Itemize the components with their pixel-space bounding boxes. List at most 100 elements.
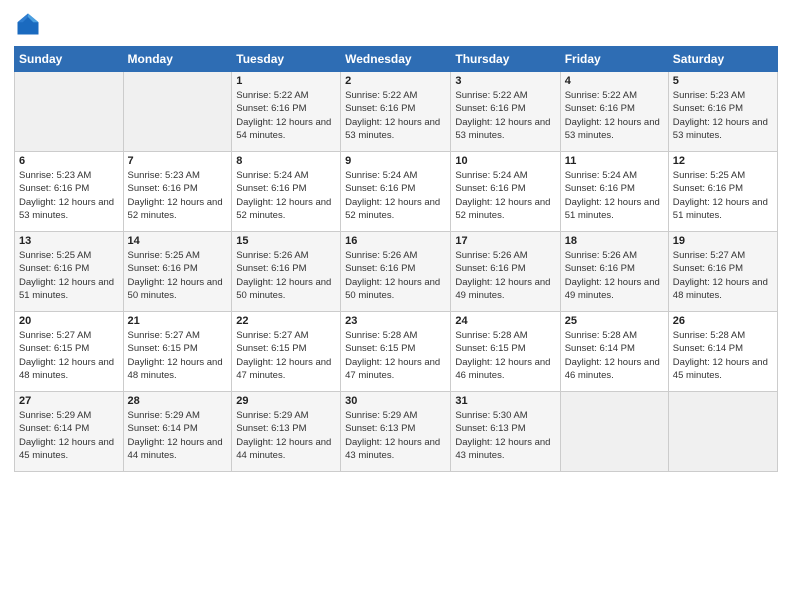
day-cell: 13 Sunrise: 5:25 AMSunset: 6:16 PMDayligh… [15, 232, 124, 312]
day-detail: Sunrise: 5:28 AMSunset: 6:15 PMDaylight:… [455, 329, 555, 382]
day-number: 26 [673, 315, 773, 327]
logo [14, 10, 46, 38]
day-detail: Sunrise: 5:28 AMSunset: 6:15 PMDaylight:… [345, 329, 446, 382]
day-detail: Sunrise: 5:24 AMSunset: 6:16 PMDaylight:… [455, 169, 555, 222]
day-detail: Sunrise: 5:24 AMSunset: 6:16 PMDaylight:… [236, 169, 336, 222]
calendar-header: SundayMondayTuesdayWednesdayThursdayFrid… [15, 47, 778, 72]
day-number: 3 [455, 75, 555, 87]
day-detail: Sunrise: 5:27 AMSunset: 6:15 PMDaylight:… [236, 329, 336, 382]
week-row-5: 27 Sunrise: 5:29 AMSunset: 6:14 PMDayligh… [15, 392, 778, 472]
day-number: 19 [673, 235, 773, 247]
day-cell: 28 Sunrise: 5:29 AMSunset: 6:14 PMDayligh… [123, 392, 232, 472]
day-cell: 23Sunrise: 5:28 AMSunset: 6:15 PMDayligh… [341, 312, 451, 392]
day-cell: 3 Sunrise: 5:22 AMSunset: 6:16 PMDaylight… [451, 72, 560, 152]
day-number: 9 [345, 155, 446, 167]
header-cell-friday: Friday [560, 47, 668, 72]
day-cell: 30Sunrise: 5:29 AMSunset: 6:13 PMDayligh… [341, 392, 451, 472]
day-number: 16 [345, 235, 446, 247]
week-row-2: 6 Sunrise: 5:23 AMSunset: 6:16 PMDaylight… [15, 152, 778, 232]
day-number: 6 [19, 155, 119, 167]
day-number: 28 [128, 395, 228, 407]
day-cell: 7 Sunrise: 5:23 AMSunset: 6:16 PMDaylight… [123, 152, 232, 232]
day-number: 30 [345, 395, 446, 407]
day-detail: Sunrise: 5:26 AMSunset: 6:16 PMDaylight:… [565, 249, 664, 302]
calendar-body: 1 Sunrise: 5:22 AMSunset: 6:16 PMDaylight… [15, 72, 778, 472]
day-detail: Sunrise: 5:29 AMSunset: 6:14 PMDaylight:… [128, 409, 228, 462]
day-cell: 8 Sunrise: 5:24 AMSunset: 6:16 PMDaylight… [232, 152, 341, 232]
day-number: 13 [19, 235, 119, 247]
day-detail: Sunrise: 5:29 AMSunset: 6:14 PMDaylight:… [19, 409, 119, 462]
day-cell: 22 Sunrise: 5:27 AMSunset: 6:15 PMDayligh… [232, 312, 341, 392]
header-row: SundayMondayTuesdayWednesdayThursdayFrid… [15, 47, 778, 72]
day-detail: Sunrise: 5:24 AMSunset: 6:16 PMDaylight:… [345, 169, 446, 222]
week-row-1: 1 Sunrise: 5:22 AMSunset: 6:16 PMDaylight… [15, 72, 778, 152]
day-detail: Sunrise: 5:22 AMSunset: 6:16 PMDaylight:… [565, 89, 664, 142]
header-cell-wednesday: Wednesday [341, 47, 451, 72]
day-detail: Sunrise: 5:27 AMSunset: 6:15 PMDaylight:… [19, 329, 119, 382]
day-cell [15, 72, 124, 152]
day-number: 4 [565, 75, 664, 87]
day-detail: Sunrise: 5:22 AMSunset: 6:16 PMDaylight:… [236, 89, 336, 142]
day-detail: Sunrise: 5:22 AMSunset: 6:16 PMDaylight:… [455, 89, 555, 142]
day-detail: Sunrise: 5:23 AMSunset: 6:16 PMDaylight:… [673, 89, 773, 142]
day-detail: Sunrise: 5:28 AMSunset: 6:14 PMDaylight:… [673, 329, 773, 382]
day-cell: 12 Sunrise: 5:25 AMSunset: 6:16 PMDayligh… [668, 152, 777, 232]
day-cell: 5 Sunrise: 5:23 AMSunset: 6:16 PMDaylight… [668, 72, 777, 152]
day-cell: 25 Sunrise: 5:28 AMSunset: 6:14 PMDayligh… [560, 312, 668, 392]
day-number: 7 [128, 155, 228, 167]
day-number: 12 [673, 155, 773, 167]
header-cell-monday: Monday [123, 47, 232, 72]
day-cell: 24 Sunrise: 5:28 AMSunset: 6:15 PMDayligh… [451, 312, 560, 392]
header [14, 10, 778, 38]
day-number: 21 [128, 315, 228, 327]
header-cell-tuesday: Tuesday [232, 47, 341, 72]
day-number: 27 [19, 395, 119, 407]
day-number: 2 [345, 75, 446, 87]
day-cell: 26 Sunrise: 5:28 AMSunset: 6:14 PMDayligh… [668, 312, 777, 392]
day-cell: 14Sunrise: 5:25 AMSunset: 6:16 PMDayligh… [123, 232, 232, 312]
day-number: 8 [236, 155, 336, 167]
calendar-table: SundayMondayTuesdayWednesdayThursdayFrid… [14, 46, 778, 472]
week-row-3: 13 Sunrise: 5:25 AMSunset: 6:16 PMDayligh… [15, 232, 778, 312]
day-number: 11 [565, 155, 664, 167]
day-cell: 19 Sunrise: 5:27 AMSunset: 6:16 PMDayligh… [668, 232, 777, 312]
day-cell: 20 Sunrise: 5:27 AMSunset: 6:15 PMDayligh… [15, 312, 124, 392]
day-cell: 6 Sunrise: 5:23 AMSunset: 6:16 PMDaylight… [15, 152, 124, 232]
day-detail: Sunrise: 5:27 AMSunset: 6:15 PMDaylight:… [128, 329, 228, 382]
day-detail: Sunrise: 5:24 AMSunset: 6:16 PMDaylight:… [565, 169, 664, 222]
day-number: 22 [236, 315, 336, 327]
day-detail: Sunrise: 5:27 AMSunset: 6:16 PMDaylight:… [673, 249, 773, 302]
logo-icon [14, 10, 42, 38]
day-cell: 10 Sunrise: 5:24 AMSunset: 6:16 PMDayligh… [451, 152, 560, 232]
day-detail: Sunrise: 5:23 AMSunset: 6:16 PMDaylight:… [19, 169, 119, 222]
header-cell-sunday: Sunday [15, 47, 124, 72]
day-cell: 27 Sunrise: 5:29 AMSunset: 6:14 PMDayligh… [15, 392, 124, 472]
day-detail: Sunrise: 5:25 AMSunset: 6:16 PMDaylight:… [673, 169, 773, 222]
day-number: 1 [236, 75, 336, 87]
day-detail: Sunrise: 5:26 AMSunset: 6:16 PMDaylight:… [455, 249, 555, 302]
day-detail: Sunrise: 5:23 AMSunset: 6:16 PMDaylight:… [128, 169, 228, 222]
day-detail: Sunrise: 5:25 AMSunset: 6:16 PMDaylight:… [128, 249, 228, 302]
day-number: 25 [565, 315, 664, 327]
day-number: 15 [236, 235, 336, 247]
day-number: 29 [236, 395, 336, 407]
day-number: 31 [455, 395, 555, 407]
day-number: 17 [455, 235, 555, 247]
day-detail: Sunrise: 5:28 AMSunset: 6:14 PMDaylight:… [565, 329, 664, 382]
day-number: 10 [455, 155, 555, 167]
day-number: 18 [565, 235, 664, 247]
day-cell: 21 Sunrise: 5:27 AMSunset: 6:15 PMDayligh… [123, 312, 232, 392]
day-detail: Sunrise: 5:25 AMSunset: 6:16 PMDaylight:… [19, 249, 119, 302]
page: SundayMondayTuesdayWednesdayThursdayFrid… [0, 0, 792, 612]
day-number: 5 [673, 75, 773, 87]
day-cell: 15Sunrise: 5:26 AMSunset: 6:16 PMDayligh… [232, 232, 341, 312]
day-cell: 4 Sunrise: 5:22 AMSunset: 6:16 PMDaylight… [560, 72, 668, 152]
day-number: 24 [455, 315, 555, 327]
header-cell-thursday: Thursday [451, 47, 560, 72]
day-detail: Sunrise: 5:29 AMSunset: 6:13 PMDaylight:… [236, 409, 336, 462]
day-detail: Sunrise: 5:26 AMSunset: 6:16 PMDaylight:… [345, 249, 446, 302]
day-detail: Sunrise: 5:22 AMSunset: 6:16 PMDaylight:… [345, 89, 446, 142]
week-row-4: 20 Sunrise: 5:27 AMSunset: 6:15 PMDayligh… [15, 312, 778, 392]
day-cell: 1 Sunrise: 5:22 AMSunset: 6:16 PMDaylight… [232, 72, 341, 152]
day-number: 20 [19, 315, 119, 327]
